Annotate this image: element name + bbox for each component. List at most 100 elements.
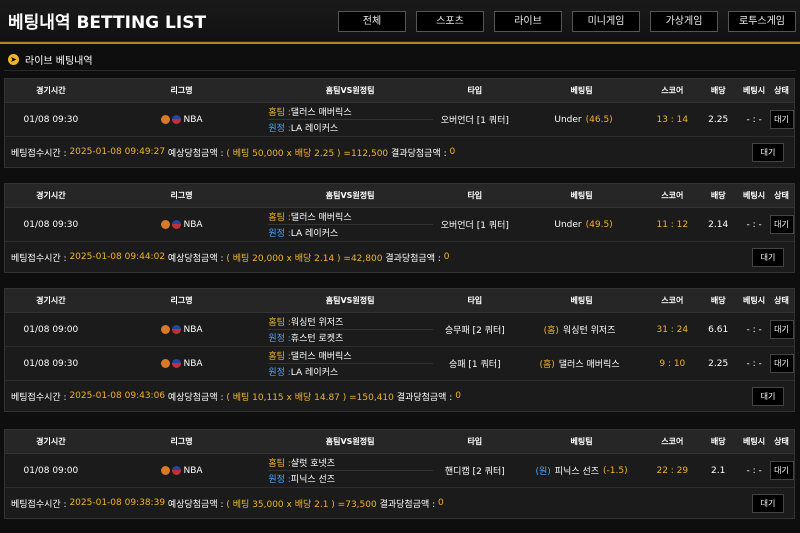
status-button[interactable]: 대기 bbox=[769, 461, 794, 480]
result-amount: 0 bbox=[438, 498, 444, 508]
col-bet-time: 베팅시 bbox=[743, 191, 766, 200]
col-bet-team: 베팅팀 bbox=[570, 86, 593, 95]
league-name: NBA bbox=[183, 465, 203, 476]
league-cell: NBA bbox=[97, 454, 267, 487]
col-type: 타입 bbox=[467, 86, 483, 95]
away-team: 원정 : 휴스턴 로켓츠 bbox=[268, 330, 343, 345]
expected-calc: ( 베팅 35,000 x 배당 2.1 ) =73,500 bbox=[226, 499, 377, 510]
league-name: NBA bbox=[183, 324, 203, 335]
home-label: 홈팀 : bbox=[268, 352, 291, 362]
matchup-cell: 홈팀 : 샬럿 호넷츠 원정 : 피닉스 선즈 bbox=[266, 454, 434, 487]
home-label: 홈팀 : bbox=[268, 459, 291, 469]
page-title: 베팅내역 BETTING LIST bbox=[8, 13, 207, 33]
card-status-button[interactable]: 대기 bbox=[752, 494, 784, 513]
bet-summary: 베팅접수시간 : 2025-01-08 09:49:27 예상당첨금액 : ( … bbox=[5, 137, 794, 167]
col-odds: 배당 bbox=[710, 296, 726, 305]
table-row: 01/08 09:30 NBA 홈팀 : 댈러스 매버릭스 원정 : LA 레이커스… bbox=[5, 347, 794, 381]
score: 11 : 12 bbox=[656, 219, 689, 230]
tab-virtual[interactable]: 가상게임 bbox=[650, 11, 718, 32]
col-bet-team: 베팅팀 bbox=[570, 437, 593, 446]
league-cell: NBA bbox=[97, 103, 267, 136]
away-label: 원정 : bbox=[268, 123, 291, 134]
receipt-time: 2025-01-08 09:43:06 bbox=[69, 391, 166, 401]
tab-minigame[interactable]: 미니게임 bbox=[572, 11, 640, 32]
col-status: 상태 bbox=[774, 296, 789, 305]
result-amount: 0 bbox=[449, 147, 456, 157]
col-status: 상태 bbox=[774, 437, 789, 446]
bet-type: 오버언더 [1 쿼터] bbox=[440, 116, 509, 126]
status-button[interactable]: 대기 bbox=[769, 215, 794, 234]
bet-time-score: - : - bbox=[746, 358, 762, 369]
col-league: 리그명 bbox=[170, 191, 193, 200]
col-odds: 배당 bbox=[710, 86, 726, 95]
tab-all[interactable]: 전체 bbox=[338, 11, 406, 32]
col-status: 상태 bbox=[774, 86, 789, 95]
col-league: 리그명 bbox=[170, 296, 193, 305]
pick-line: (49.5) bbox=[585, 219, 613, 230]
status-cell: 대기 bbox=[769, 208, 794, 241]
status-button[interactable]: 대기 bbox=[769, 320, 794, 339]
pick-side: (홈) bbox=[539, 360, 555, 370]
col-league: 리그명 bbox=[170, 437, 193, 446]
col-bet-team: 베팅팀 bbox=[570, 191, 593, 200]
bet-type: 핸디캡 [2 쿼터] bbox=[444, 467, 505, 477]
tab-live[interactable]: 라이브 bbox=[494, 11, 562, 32]
odds: 2.25 bbox=[708, 114, 729, 125]
away-team: 원정 : 피닉스 선즈 bbox=[268, 471, 335, 486]
away-team: 원정 : LA 레이커스 bbox=[268, 364, 338, 379]
header-divider bbox=[0, 42, 800, 44]
result-label: 결과당첨금액 : bbox=[391, 148, 447, 159]
tab-sports[interactable]: 스포츠 bbox=[416, 11, 484, 32]
table-row: 01/08 09:00 NBA 홈팀 : 샬럿 호넷츠 원정 : 피닉스 선즈 핸디… bbox=[5, 454, 794, 488]
usa-flag-icon bbox=[171, 115, 181, 124]
bet-type: 승패 [1 쿼터] bbox=[449, 360, 501, 370]
table-header: 경기시간 리그명 홈팀VS원정팀 타입 베팅팀 스코어 배당 베팅시 상태 bbox=[5, 79, 794, 103]
pick-team: Under bbox=[554, 219, 582, 230]
card-status-button[interactable]: 대기 bbox=[752, 387, 784, 406]
score: 22 : 29 bbox=[656, 465, 689, 476]
score: 9 : 10 bbox=[659, 358, 686, 369]
basketball-icon bbox=[160, 220, 170, 229]
away-label: 원정 : bbox=[268, 333, 291, 344]
receipt-label: 베팅접수시간 : bbox=[11, 148, 67, 159]
expected-calc: ( 베팅 10,115 x 배당 14.87 ) =150,410 bbox=[226, 392, 394, 403]
pick-side: (원) bbox=[535, 467, 551, 477]
result-label: 결과당첨금액 : bbox=[379, 499, 436, 510]
status-cell: 대기 bbox=[769, 103, 794, 136]
bet-summary: 베팅접수시간 : 2025-01-08 09:38:39 예상당첨금액 : ( … bbox=[5, 488, 794, 518]
home-team: 홈팀 : 워싱턴 위저즈 bbox=[268, 315, 434, 330]
pick-team: 댈러스 매버릭스 bbox=[558, 360, 620, 370]
away-team-name: LA 레이커스 bbox=[290, 123, 339, 134]
basketball-icon bbox=[160, 325, 170, 334]
card-status-button[interactable]: 대기 bbox=[752, 248, 784, 267]
col-bet-team: 베팅팀 bbox=[570, 296, 593, 305]
col-game-time: 경기시간 bbox=[36, 191, 66, 200]
league-name: NBA bbox=[183, 219, 203, 230]
odds: 2.25 bbox=[708, 358, 729, 369]
bet-time-score: - : - bbox=[746, 465, 762, 476]
card-status-button[interactable]: 대기 bbox=[752, 143, 784, 162]
col-matchup: 홈팀VS원정팀 bbox=[325, 296, 375, 305]
bet-pick: (원) 피닉스 선즈 (-1.5) bbox=[516, 454, 648, 487]
status-button[interactable]: 대기 bbox=[769, 110, 794, 129]
home-team: 홈팀 : 댈러스 매버릭스 bbox=[268, 210, 434, 225]
bet-pick: Under (49.5) bbox=[516, 208, 648, 241]
table-row: 01/08 09:30 NBA 홈팀 : 댈러스 매버릭스 원정 : LA 레이커스… bbox=[5, 103, 794, 137]
matchup-cell: 홈팀 : 댈러스 매버릭스 원정 : LA 레이커스 bbox=[266, 208, 434, 241]
result-amount: 0 bbox=[455, 391, 461, 401]
expected-calc: ( 베팅 20,000 x 배당 2.14 ) =42,800 bbox=[226, 253, 383, 264]
col-score: 스코어 bbox=[661, 86, 684, 95]
col-game-time: 경기시간 bbox=[36, 296, 66, 305]
bet-time-score: - : - bbox=[746, 219, 762, 230]
bet-pick: (홈) 댈러스 매버릭스 bbox=[516, 347, 648, 380]
status-button[interactable]: 대기 bbox=[769, 354, 794, 373]
tab-lotus[interactable]: 로투스게임 bbox=[728, 11, 796, 32]
table-row: 01/08 09:30 NBA 홈팀 : 댈러스 매버릭스 원정 : LA 레이커스… bbox=[5, 208, 794, 242]
game-time: 01/08 09:30 bbox=[23, 358, 79, 369]
away-team-name: LA 레이커스 bbox=[290, 367, 339, 378]
arrow-right-icon: ➤ bbox=[8, 54, 19, 65]
col-bet-time: 베팅시 bbox=[743, 86, 766, 95]
bet-type: 승무패 [2 쿼터] bbox=[444, 326, 505, 336]
usa-flag-icon bbox=[171, 466, 181, 475]
league-cell: NBA bbox=[97, 313, 267, 346]
